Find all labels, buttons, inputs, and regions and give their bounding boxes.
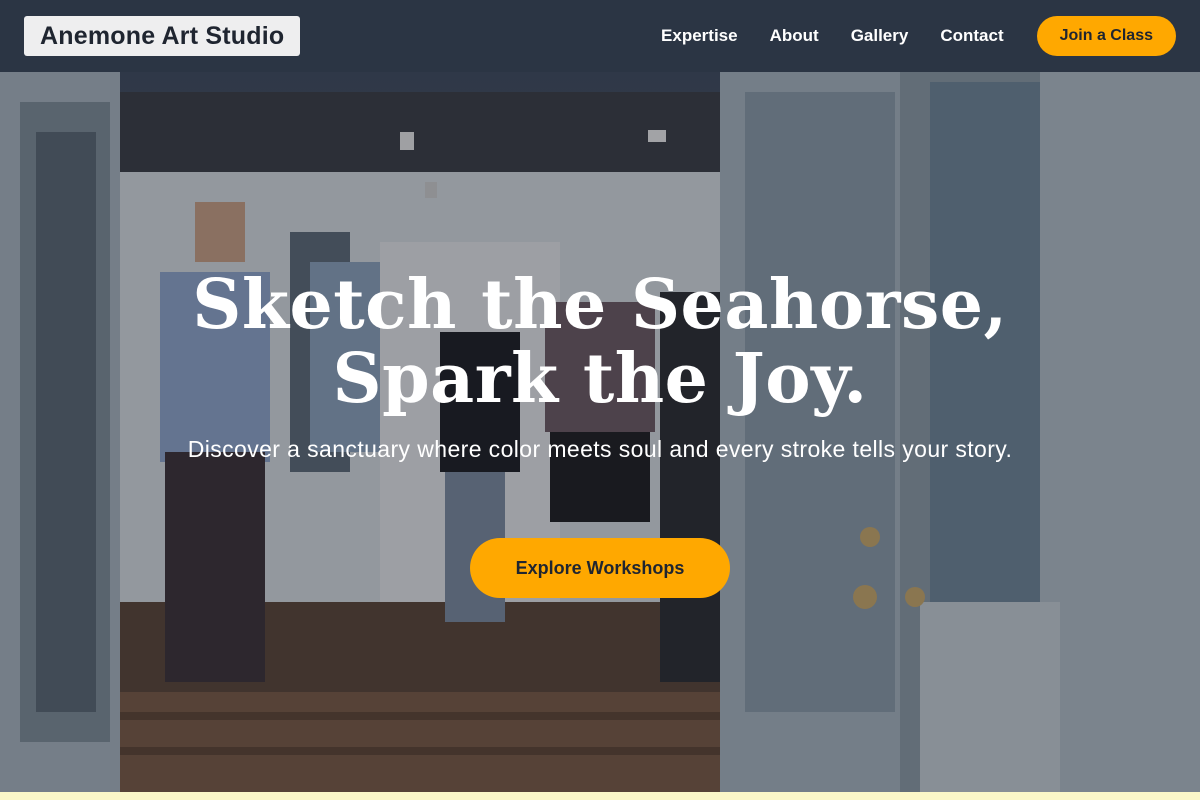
- brand-logo[interactable]: Anemone Art Studio: [24, 16, 301, 56]
- nav-link-expertise[interactable]: Expertise: [661, 26, 738, 46]
- hero-section: Sketch the Seahorse, Spark the Joy. Disc…: [0, 72, 1200, 792]
- hero-headline: Sketch the Seahorse, Spark the Joy.: [150, 268, 1050, 416]
- nav-links: Expertise About Gallery Contact Join a C…: [629, 16, 1176, 56]
- top-navigation: Anemone Art Studio Expertise About Galle…: [0, 0, 1200, 72]
- nav-link-contact[interactable]: Contact: [940, 26, 1003, 46]
- hero-content: Sketch the Seahorse, Spark the Joy. Disc…: [0, 72, 1200, 792]
- bottom-strip: [0, 792, 1200, 800]
- explore-workshops-button[interactable]: Explore Workshops: [470, 538, 730, 598]
- nav-link-about[interactable]: About: [770, 26, 819, 46]
- nav-link-gallery[interactable]: Gallery: [851, 26, 909, 46]
- hero-headline-line-1: Sketch the Seahorse,: [192, 265, 1008, 345]
- hero-headline-line-2: Spark the Joy.: [332, 339, 868, 419]
- hero-subheadline: Discover a sanctuary where color meets s…: [187, 436, 1013, 462]
- join-class-button[interactable]: Join a Class: [1036, 16, 1176, 56]
